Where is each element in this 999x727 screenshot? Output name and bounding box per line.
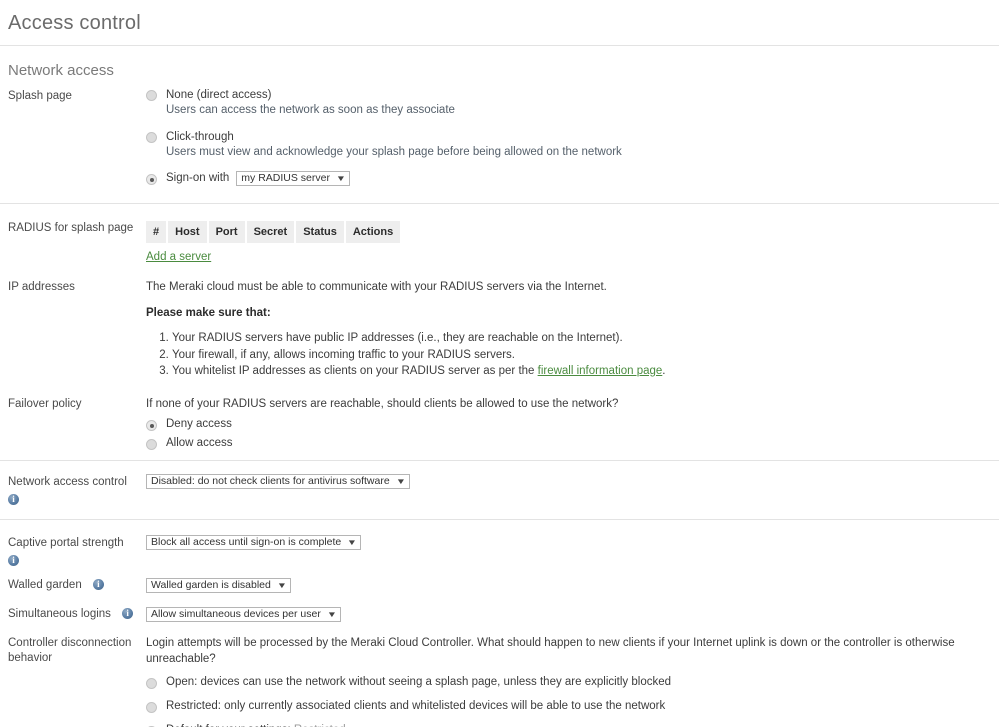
- divider-top: [0, 45, 999, 46]
- info-icon[interactable]: [8, 493, 19, 506]
- controller-option-open[interactable]: Open: devices can use the network withou…: [146, 675, 991, 690]
- ip-addresses-intro: The Meraki cloud must be able to communi…: [146, 281, 607, 293]
- label-ip-addresses: IP addresses: [8, 281, 75, 293]
- label-radius-splash-page: RADIUS for splash page: [8, 222, 134, 234]
- radio-splash-clickthrough[interactable]: [146, 132, 157, 143]
- table-header-port: Port: [208, 221, 245, 243]
- captive-portal-strength-dropdown[interactable]: Block all access until sign-on is comple…: [146, 535, 362, 551]
- splash-option-none[interactable]: None (direct access) Users can access th…: [146, 88, 455, 118]
- failover-policy-question: If none of your RADIUS servers are reach…: [146, 398, 619, 410]
- simultaneous-logins-dropdown-value: Allow simultaneous devices per user: [151, 608, 321, 621]
- controller-disconnection-question: Login attempts will be processed by the …: [146, 637, 955, 665]
- splash-option-none-label: None (direct access): [166, 89, 272, 101]
- simultaneous-logins-field: Allow simultaneous devices per user ▼: [146, 606, 341, 624]
- chevron-down-icon: ▼: [335, 174, 347, 183]
- splash-option-clickthrough[interactable]: Click-through Users must view and acknow…: [146, 130, 622, 160]
- label-captive-portal-strength-text: Captive portal strength: [8, 537, 124, 549]
- splash-option-clickthrough-label: Click-through: [166, 131, 234, 143]
- radio-splash-signon[interactable]: [146, 174, 157, 185]
- label-simultaneous-logins-text: Simultaneous logins: [8, 608, 111, 620]
- walled-garden-dropdown[interactable]: Walled garden is disabled ▼: [146, 578, 291, 594]
- label-controller-disconnection-line1: Controller disconnection: [8, 637, 132, 649]
- radio-splash-none[interactable]: [146, 90, 157, 101]
- walled-garden-dropdown-value: Walled garden is disabled: [151, 579, 271, 592]
- label-walled-garden: Walled garden: [8, 578, 104, 593]
- info-icon[interactable]: [8, 554, 19, 567]
- failover-policy-content: If none of your RADIUS servers are reach…: [146, 396, 618, 451]
- splash-option-signon-label: Sign-on with: [166, 172, 230, 184]
- chevron-down-icon: ▼: [276, 581, 287, 591]
- failover-option-allow-label: Allow access: [166, 437, 233, 449]
- ip-addresses-content: The Meraki cloud must be able to communi…: [146, 279, 986, 380]
- info-icon[interactable]: [122, 607, 134, 620]
- controller-option-restricted[interactable]: Restricted: only currently associated cl…: [146, 699, 991, 714]
- add-a-server-link[interactable]: Add a server: [146, 251, 211, 263]
- captive-portal-strength-dropdown-value: Block all access until sign-on is comple…: [151, 536, 342, 549]
- label-walled-garden-text: Walled garden: [8, 579, 82, 591]
- label-captive-portal-strength: Captive portal strength: [8, 536, 140, 569]
- radio-failover-allow[interactable]: [146, 439, 157, 450]
- signon-method-dropdown[interactable]: my RADIUS server ▼: [236, 171, 350, 186]
- splash-option-clickthrough-description: Users must view and acknowledge your spl…: [166, 146, 622, 158]
- table-header-secret: Secret: [246, 221, 295, 243]
- section-title-network-access: Network access: [8, 62, 114, 79]
- divider-captive-portal: [0, 519, 999, 520]
- label-network-access-control-text: Network access control: [8, 476, 127, 488]
- access-control-page: Access control Network access Splash pag…: [0, 0, 999, 727]
- splash-option-signon[interactable]: Sign-on with my RADIUS server ▼: [146, 171, 350, 186]
- rule-3-suffix: .: [662, 365, 666, 377]
- divider-nac: [0, 460, 999, 461]
- ip-addresses-make-sure-heading: Please make sure that:: [146, 307, 271, 319]
- list-item: Your firewall, if any, allows incoming t…: [172, 347, 986, 364]
- label-controller-disconnection-behavior: Controller disconnection behavior: [8, 636, 140, 666]
- controller-disconnection-content: Login attempts will be processed by the …: [146, 635, 991, 727]
- walled-garden-field: Walled garden is disabled ▼: [146, 577, 291, 595]
- radio-controller-restricted[interactable]: [146, 702, 157, 713]
- simultaneous-logins-dropdown[interactable]: Allow simultaneous devices per user ▼: [146, 607, 341, 623]
- chevron-down-icon: ▼: [326, 610, 337, 620]
- table-header-status: Status: [296, 221, 344, 243]
- controller-option-open-label: Open: devices can use the network withou…: [166, 676, 672, 688]
- list-item: You whitelist IP addresses as clients on…: [172, 363, 986, 380]
- signon-method-dropdown-value: my RADIUS server: [241, 172, 330, 184]
- captive-portal-strength-field: Block all access until sign-on is comple…: [146, 534, 362, 552]
- list-item: Your RADIUS servers have public IP addre…: [172, 330, 986, 347]
- table-header-number: #: [146, 221, 167, 243]
- chevron-down-icon: ▼: [395, 477, 406, 487]
- network-access-control-dropdown-value: Disabled: do not check clients for antiv…: [151, 475, 390, 488]
- table-header-host: Host: [168, 221, 207, 243]
- label-network-access-control: Network access control: [8, 475, 140, 508]
- rule-3-text: You whitelist IP addresses as clients on…: [172, 365, 538, 377]
- splash-option-none-description: Users can access the network as soon as …: [166, 104, 455, 116]
- firewall-information-page-link[interactable]: firewall information page: [538, 365, 663, 377]
- label-controller-disconnection-line2: behavior: [8, 652, 53, 664]
- info-icon[interactable]: [92, 578, 104, 591]
- page-title: Access control: [8, 12, 141, 34]
- divider-radius: [0, 203, 999, 204]
- failover-option-deny[interactable]: Deny access: [146, 417, 618, 432]
- radio-failover-deny[interactable]: [146, 420, 157, 431]
- label-splash-page: Splash page: [8, 90, 72, 102]
- label-failover-policy: Failover policy: [8, 398, 82, 410]
- controller-option-restricted-label: Restricted: only currently associated cl…: [166, 700, 666, 712]
- radius-server-table: # Host Port Secret Status Actions Add a …: [146, 221, 402, 265]
- chevron-down-icon: ▼: [347, 538, 358, 548]
- failover-option-allow[interactable]: Allow access: [146, 436, 618, 451]
- ip-addresses-rules-list: Your RADIUS servers have public IP addre…: [146, 330, 986, 380]
- network-access-control-dropdown[interactable]: Disabled: do not check clients for antiv…: [146, 474, 410, 490]
- table-header-actions: Actions: [345, 221, 401, 243]
- controller-option-default[interactable]: Default for your settings: Restricted: [146, 723, 991, 727]
- network-access-control-field: Disabled: do not check clients for antiv…: [146, 473, 410, 491]
- controller-option-default-label: Default for your settings: Restricted: [166, 723, 346, 727]
- radio-controller-open[interactable]: [146, 678, 157, 689]
- failover-option-deny-label: Deny access: [166, 418, 232, 430]
- label-simultaneous-logins: Simultaneous logins: [8, 607, 134, 622]
- table-header-row: # Host Port Secret Status Actions: [146, 221, 402, 243]
